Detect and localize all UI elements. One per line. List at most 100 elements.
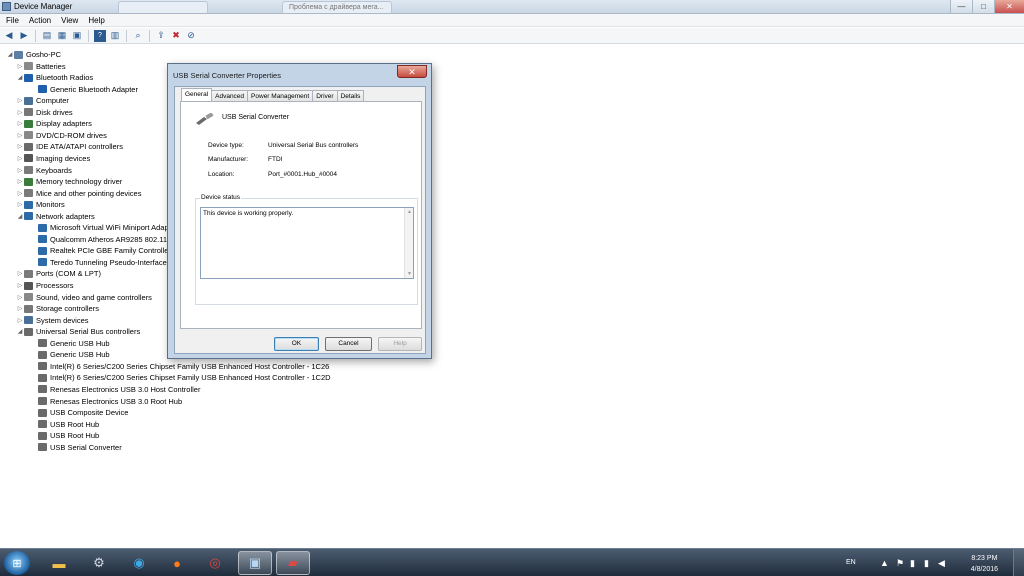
messenger-taskbar-icon[interactable]: ◉ — [122, 551, 156, 575]
tree-category[interactable]: ▷ Memory technology driver — [16, 176, 123, 187]
tree-device[interactable]: Realtek PCIe GBE Family Controller — [30, 245, 171, 256]
expand-icon[interactable]: ▷ — [16, 317, 24, 324]
tree-device[interactable]: Generic Bluetooth Adapter — [30, 84, 138, 95]
tree-device[interactable]: Microsoft Virtual WiFi Miniport Adapter — [30, 222, 177, 233]
menu-help[interactable]: Help — [82, 14, 108, 26]
collapse-icon[interactable]: ◢ — [6, 51, 14, 58]
expand-icon[interactable]: ▷ — [16, 190, 24, 197]
background-browser-tab-2[interactable]: Проблема с драйвера мега... — [282, 1, 392, 13]
update-driver-icon[interactable]: ⇪ — [155, 30, 167, 42]
scroll-down-icon[interactable]: ▼ — [407, 271, 412, 277]
tree-device[interactable]: Teredo Tunneling Pseudo-Interface — [30, 257, 167, 268]
chrome-taskbar-icon[interactable]: ◎ — [198, 551, 232, 575]
scroll-up-icon[interactable]: ▲ — [407, 209, 412, 215]
tree-category[interactable]: ▷ Sound, video and game controllers — [16, 292, 152, 303]
properties-icon[interactable]: ▦ — [56, 30, 68, 42]
forward-arrow-icon[interactable]: ▶ — [18, 30, 30, 42]
expand-icon[interactable]: ▷ — [16, 120, 24, 127]
expand-icon[interactable]: ▷ — [16, 109, 24, 116]
expand-icon[interactable]: ▷ — [16, 305, 24, 312]
tab-general[interactable]: General — [181, 88, 213, 101]
tree-device[interactable]: Intel(R) 6 Series/C200 Series Chipset Fa… — [30, 372, 331, 383]
tab-details[interactable]: Details — [336, 90, 365, 101]
start-button[interactable]: ⊞ — [4, 551, 30, 575]
collapse-icon[interactable]: ◢ — [16, 328, 24, 335]
explorer-taskbar-icon[interactable]: ▬ — [42, 551, 76, 575]
back-arrow-icon[interactable]: ◀ — [3, 30, 15, 42]
expand-icon[interactable]: ▷ — [16, 201, 24, 208]
help-button[interactable]: Help — [378, 337, 422, 351]
expand-icon[interactable]: ▷ — [16, 132, 24, 139]
network-icon[interactable]: ▮ — [924, 558, 929, 569]
tree-category[interactable]: ▷ Display adapters — [16, 118, 92, 129]
tree-category[interactable]: ◢ Bluetooth Radios — [16, 72, 93, 83]
expand-icon[interactable]: ▷ — [16, 63, 24, 70]
tree-category[interactable]: ▷ System devices — [16, 315, 89, 326]
tree-device[interactable]: Intel(R) 6 Series/C200 Series Chipset Fa… — [30, 361, 329, 372]
expand-icon[interactable]: ▷ — [16, 270, 24, 277]
close-window-button[interactable]: ✕ — [994, 0, 1024, 13]
tree-category[interactable]: ▷ IDE ATA/ATAPI controllers — [16, 141, 123, 152]
tree-device[interactable]: Renesas Electronics USB 3.0 Host Control… — [30, 384, 200, 395]
device-manager-tool-taskbar-icon[interactable]: ⚙ — [82, 551, 116, 575]
tray-expand-icon[interactable]: ▲ — [880, 558, 889, 568]
tree-root-node[interactable]: ◢ Gosho-PC — [6, 49, 61, 60]
tree-category[interactable]: ▷ Disk drives — [16, 107, 73, 118]
power-icon[interactable]: ▮ — [910, 558, 915, 569]
window-title-bar[interactable]: Device Manager Проблема с драйвера мега.… — [0, 0, 1024, 14]
toolbox-taskbar-icon[interactable]: ▰ — [276, 551, 310, 575]
ok-button[interactable]: OK — [274, 337, 319, 351]
volume-icon[interactable]: ◀ — [938, 558, 945, 569]
status-scrollbar[interactable]: ▲ ▼ — [404, 208, 413, 278]
tab-power-management[interactable]: Power Management — [247, 90, 314, 101]
show-hide-console-tree-icon[interactable]: ▤ — [41, 30, 53, 42]
tab-advanced[interactable]: Advanced — [211, 90, 249, 101]
show-desktop-button[interactable] — [1013, 549, 1024, 576]
disable-device-icon[interactable]: ⊘ — [185, 30, 197, 42]
remote-desktop-taskbar-icon[interactable]: ▣ — [238, 551, 272, 575]
tree-category[interactable]: ◢ Network adapters — [16, 211, 95, 222]
uninstall-device-icon[interactable]: ✖ — [170, 30, 182, 42]
expand-icon[interactable]: ▷ — [16, 167, 24, 174]
tree-category[interactable]: ▷ DVD/CD-ROM drives — [16, 130, 107, 141]
device-status-textbox[interactable]: This device is working properly. ▲ ▼ — [200, 207, 414, 279]
background-browser-tab-1[interactable] — [118, 1, 208, 13]
firefox-taskbar-icon[interactable]: ● — [160, 551, 194, 575]
menu-view[interactable]: View — [55, 14, 82, 26]
action-pane-icon[interactable]: ▥ — [109, 30, 121, 42]
maximize-button[interactable]: □ — [972, 0, 994, 13]
dialog-close-button[interactable]: ✕ — [397, 65, 427, 78]
expand-icon[interactable]: ▷ — [16, 282, 24, 289]
tree-category[interactable]: ▷ Computer — [16, 95, 69, 106]
tab-driver[interactable]: Driver — [312, 90, 338, 101]
expand-icon[interactable]: ▷ — [16, 155, 24, 162]
scan-hardware-icon[interactable]: ⌕ — [132, 30, 144, 42]
tree-device[interactable]: Generic USB Hub — [30, 349, 110, 360]
tree-device[interactable]: Generic USB Hub — [30, 338, 110, 349]
collapse-icon[interactable]: ◢ — [16, 74, 24, 81]
tree-category[interactable]: ▷ Monitors — [16, 199, 65, 210]
refresh-view-icon[interactable]: ▣ — [71, 30, 83, 42]
expand-icon[interactable]: ▷ — [16, 97, 24, 104]
tree-category[interactable]: ◢ Universal Serial Bus controllers — [16, 326, 141, 337]
expand-icon[interactable]: ▷ — [16, 143, 24, 150]
expand-icon[interactable]: ▷ — [16, 294, 24, 301]
minimize-button[interactable]: — — [950, 0, 972, 13]
tree-category[interactable]: ▷ Processors — [16, 280, 74, 291]
clock[interactable]: 8:23 PM 4/8/2016 — [971, 553, 998, 575]
tree-category[interactable]: ▷ Ports (COM & LPT) — [16, 268, 101, 279]
collapse-icon[interactable]: ◢ — [16, 213, 24, 220]
menu-file[interactable]: File — [0, 14, 23, 26]
tree-device[interactable]: USB Serial Converter — [30, 442, 122, 453]
tree-category[interactable]: ▷ Storage controllers — [16, 303, 99, 314]
cancel-button[interactable]: Cancel — [325, 337, 372, 351]
tree-device[interactable]: USB Composite Device — [30, 407, 128, 418]
menu-action[interactable]: Action — [23, 14, 55, 26]
tree-device[interactable]: Renesas Electronics USB 3.0 Root Hub — [30, 396, 182, 407]
tree-category[interactable]: ▷ Imaging devices — [16, 153, 91, 164]
tree-device[interactable]: USB Root Hub — [30, 430, 99, 441]
help-icon[interactable]: ? — [94, 29, 106, 42]
action-center-flag-icon[interactable]: ⚑ — [896, 558, 904, 569]
tree-category[interactable]: ▷ Batteries — [16, 61, 66, 72]
language-indicator[interactable]: EN — [846, 559, 856, 566]
